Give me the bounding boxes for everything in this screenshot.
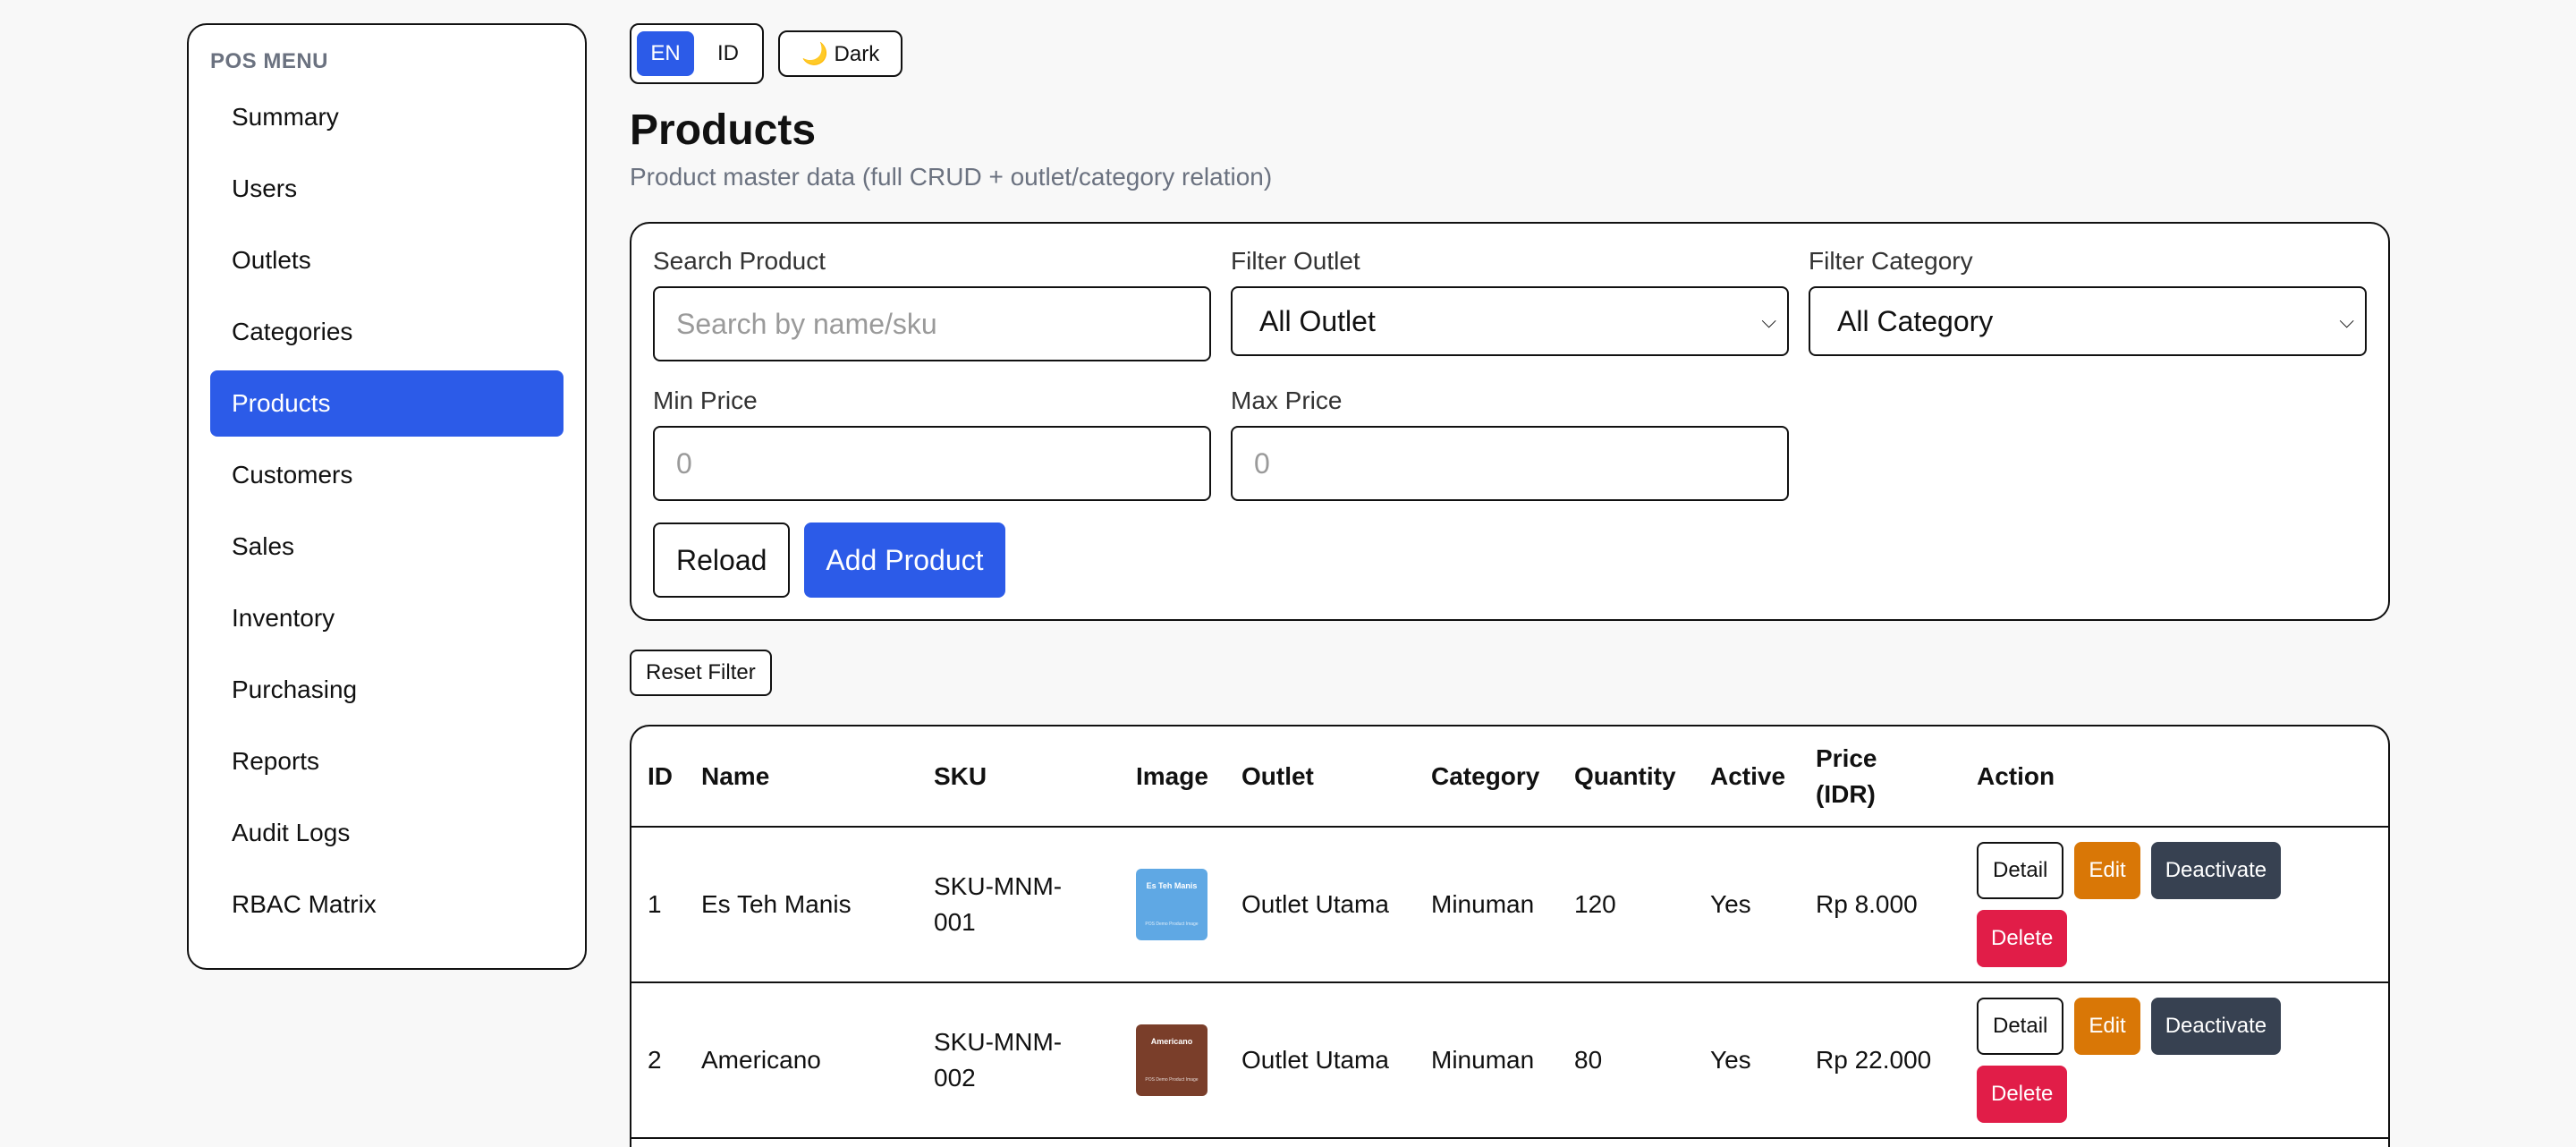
- detail-button[interactable]: Detail: [1977, 998, 2064, 1055]
- category-filter-field: Filter Category All Category ⌵: [1809, 245, 2367, 356]
- sidebar-item-inventory[interactable]: Inventory: [210, 585, 564, 651]
- main-content: EN ID 🌙 Dark Products Product master dat…: [630, 23, 2390, 1147]
- cell-id: 2: [631, 982, 685, 1139]
- row-actions: Detail Edit Deactivate Delete: [1977, 842, 2317, 967]
- cell-outlet: Outlet Utama: [1225, 827, 1415, 983]
- cell-active: Yes: [1694, 982, 1800, 1139]
- min-price-field: Min Price: [653, 385, 1211, 501]
- deactivate-button[interactable]: Deactivate: [2150, 842, 2282, 899]
- cell-actions: Detail Edit Deactivate Delete: [1961, 827, 2388, 983]
- top-controls: EN ID 🌙 Dark: [630, 23, 2390, 84]
- col-name: Name: [685, 726, 918, 828]
- sidebar-item-rbac-matrix[interactable]: RBAC Matrix: [210, 871, 564, 938]
- dark-mode-button[interactable]: 🌙 Dark: [778, 30, 903, 77]
- outlet-filter-label: Filter Outlet: [1231, 247, 1360, 275]
- sidebar-item-summary[interactable]: Summary: [210, 84, 564, 150]
- col-action: Action: [1961, 726, 2388, 828]
- cell-sku: SKU-MNM-002: [918, 982, 1120, 1139]
- sidebar-item-products[interactable]: Products: [210, 370, 564, 437]
- edit-button[interactable]: Edit: [2074, 998, 2140, 1055]
- search-field: Search Product: [653, 245, 1211, 361]
- sidebar-item-categories[interactable]: Categories: [210, 299, 564, 365]
- cell-image: Es Teh Manis POS Demo Product Image: [1120, 827, 1225, 983]
- products-table: ID Name SKU Image Outlet Category Quanti…: [631, 726, 2388, 1139]
- cell-outlet: Outlet Utama: [1225, 982, 1415, 1139]
- col-outlet: Outlet: [1225, 726, 1415, 828]
- max-price-input[interactable]: [1231, 426, 1789, 501]
- cell-quantity: 120: [1558, 827, 1694, 983]
- col-id: ID: [631, 726, 685, 828]
- filter-panel: Search Product Filter Outlet All Outlet …: [630, 222, 2390, 621]
- cell-category: Minuman: [1415, 827, 1558, 983]
- table-header-row: ID Name SKU Image Outlet Category Quanti…: [631, 726, 2388, 828]
- filter-actions: Reload Add Product: [653, 523, 1005, 598]
- language-switcher: EN ID: [630, 23, 764, 84]
- category-select[interactable]: All Category ⌵: [1809, 286, 2367, 356]
- reload-button[interactable]: Reload: [653, 523, 791, 598]
- col-quantity: Quantity: [1558, 726, 1694, 828]
- cell-name: Americano: [685, 982, 918, 1139]
- delete-button[interactable]: Delete: [1977, 910, 2068, 967]
- cell-price: Rp 22.000: [1800, 982, 1961, 1139]
- sidebar-item-customers[interactable]: Customers: [210, 442, 564, 508]
- sidebar-item-outlets[interactable]: Outlets: [210, 227, 564, 293]
- product-thumbnail: Americano POS Demo Product Image: [1136, 1024, 1208, 1096]
- cell-image: Americano POS Demo Product Image: [1120, 982, 1225, 1139]
- sidebar-item-purchasing[interactable]: Purchasing: [210, 657, 564, 723]
- lang-id-button[interactable]: ID: [699, 31, 757, 76]
- category-select-value: All Category: [1837, 304, 1994, 337]
- thumbnail-subtitle: POS Demo Product Image: [1145, 1076, 1199, 1083]
- max-price-field: Max Price: [1231, 385, 1789, 501]
- products-table-card: ID Name SKU Image Outlet Category Quanti…: [630, 725, 2390, 1147]
- product-thumbnail: Es Teh Manis POS Demo Product Image: [1136, 869, 1208, 940]
- sidebar-item-reports[interactable]: Reports: [210, 728, 564, 794]
- page-title: Products: [630, 106, 817, 154]
- search-label: Search Product: [653, 247, 826, 275]
- row-actions: Detail Edit Deactivate Delete: [1977, 998, 2317, 1123]
- sidebar-item-users[interactable]: Users: [210, 156, 564, 222]
- add-product-button[interactable]: Add Product: [804, 523, 1005, 598]
- min-price-label: Min Price: [653, 387, 758, 414]
- outlet-filter-field: Filter Outlet All Outlet ⌵: [1231, 245, 1789, 356]
- cell-id: 1: [631, 827, 685, 983]
- col-image: Image: [1120, 726, 1225, 828]
- col-category: Category: [1415, 726, 1558, 828]
- chevron-down-icon: ⌵: [2339, 310, 2354, 332]
- cell-actions: Detail Edit Deactivate Delete: [1961, 982, 2388, 1139]
- sidebar-title: POS MENU: [210, 49, 329, 73]
- table-row: 2 Americano SKU-MNM-002 Americano POS De…: [631, 982, 2388, 1139]
- delete-button[interactable]: Delete: [1977, 1066, 2068, 1123]
- detail-button[interactable]: Detail: [1977, 842, 2064, 899]
- deactivate-button[interactable]: Deactivate: [2150, 998, 2282, 1055]
- sidebar: POS MENU Summary Users Outlets Categorie…: [187, 23, 587, 970]
- col-active: Active: [1694, 726, 1800, 828]
- cell-active: Yes: [1694, 827, 1800, 983]
- sidebar-item-audit-logs[interactable]: Audit Logs: [210, 800, 564, 866]
- page-subtitle: Product master data (full CRUD + outlet/…: [630, 163, 1273, 191]
- lang-en-button[interactable]: EN: [637, 31, 694, 76]
- cell-category: Minuman: [1415, 982, 1558, 1139]
- edit-button[interactable]: Edit: [2074, 842, 2140, 899]
- thumbnail-subtitle: POS Demo Product Image: [1145, 921, 1199, 927]
- max-price-label: Max Price: [1231, 387, 1343, 414]
- reset-filter-button[interactable]: Reset Filter: [630, 650, 772, 696]
- outlet-select[interactable]: All Outlet ⌵: [1231, 286, 1789, 356]
- category-filter-label: Filter Category: [1809, 247, 1973, 275]
- thumbnail-title: Es Teh Manis: [1146, 880, 1198, 890]
- col-price: Price (IDR): [1800, 726, 1961, 828]
- thumbnail-title: Americano: [1150, 1036, 1193, 1046]
- sidebar-item-sales[interactable]: Sales: [210, 514, 564, 580]
- col-sku: SKU: [918, 726, 1120, 828]
- search-input[interactable]: [653, 286, 1211, 361]
- outlet-select-value: All Outlet: [1259, 304, 1376, 337]
- cell-quantity: 80: [1558, 982, 1694, 1139]
- cell-price: Rp 8.000: [1800, 827, 1961, 983]
- cell-name: Es Teh Manis: [685, 827, 918, 983]
- cell-sku: SKU-MNM-001: [918, 827, 1120, 983]
- min-price-input[interactable]: [653, 426, 1211, 501]
- table-row: 1 Es Teh Manis SKU-MNM-001 Es Teh Manis …: [631, 827, 2388, 983]
- chevron-down-icon: ⌵: [1761, 310, 1776, 332]
